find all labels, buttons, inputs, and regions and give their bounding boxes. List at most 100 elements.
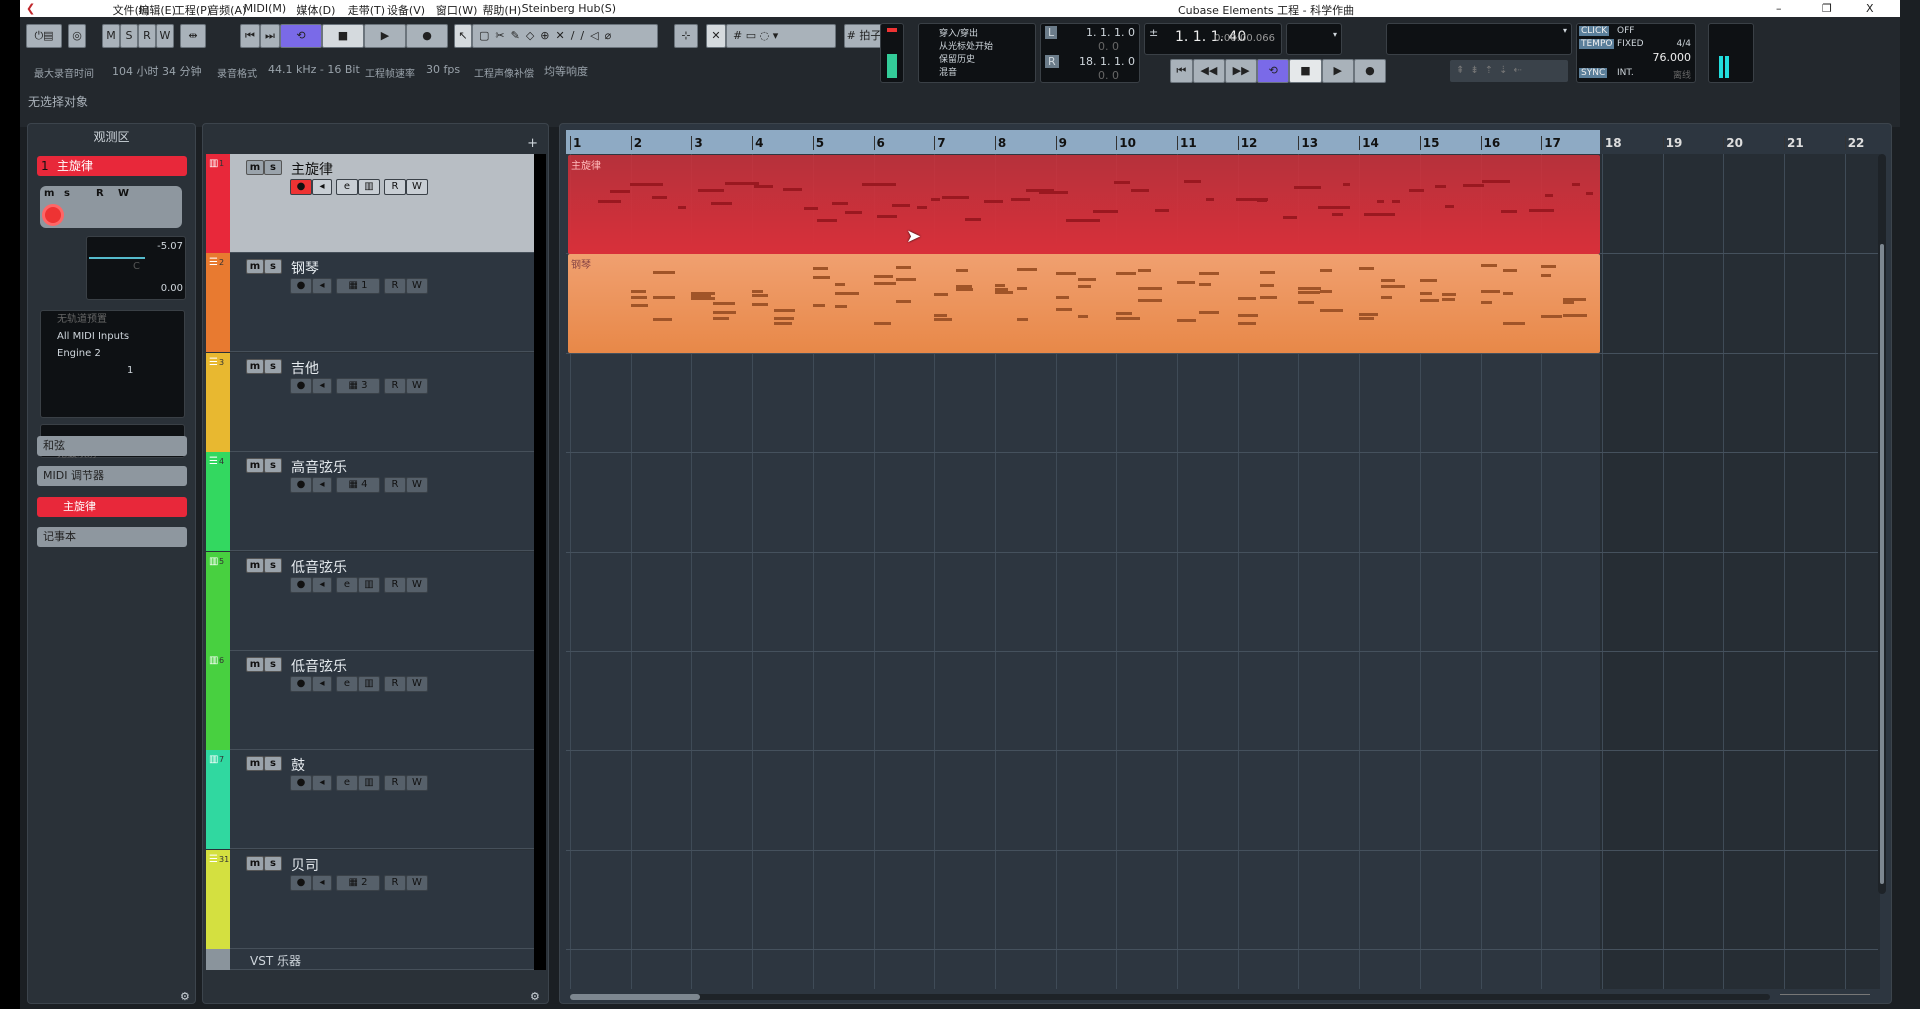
marker-option[interactable]: 混音	[939, 67, 1015, 80]
transport-play-button[interactable]: ▶	[1321, 59, 1354, 83]
sync-value[interactable]: INT.	[1617, 68, 1634, 78]
mute-button[interactable]: m	[246, 160, 264, 175]
solo-button[interactable]: s	[264, 259, 282, 275]
go-to-start-button[interactable]: ⏮	[240, 24, 260, 48]
write-all-button[interactable]: W	[156, 24, 174, 48]
menu-9[interactable]: 帮助(H)	[482, 2, 521, 18]
menu-5[interactable]: 媒体(D)	[296, 2, 335, 18]
vertical-scrollbar[interactable]	[1878, 154, 1886, 894]
inspector-volume[interactable]: -5.07	[157, 241, 183, 252]
transport-stop-button[interactable]: ■	[1289, 59, 1322, 83]
marker-nav-buttons[interactable]: ⇞⇟⇡⇣⇠	[1450, 60, 1568, 82]
menu-8[interactable]: 窗口(W)	[436, 2, 477, 18]
write-button[interactable]: W	[406, 874, 428, 891]
track-header[interactable]: ▥ 5 m s 低音弦乐 ● ◂ e ▥ R W	[206, 551, 546, 651]
track-header[interactable]: ☰ 4 m s 高音弦乐 ● ◂ ▦ 4RW	[206, 452, 546, 552]
track-name[interactable]: 贝司	[291, 855, 319, 875]
rec-format-value[interactable]: 44.1 kHz - 16 Bit	[268, 63, 360, 76]
mute-all-button[interactable]: M	[102, 24, 120, 48]
solo-button[interactable]: s	[264, 458, 282, 474]
instrument-keys-icon[interactable]: ▥	[358, 576, 380, 593]
add-track-icon[interactable]: +	[527, 136, 538, 151]
solo-button[interactable]: s	[264, 855, 282, 871]
record-enable-button[interactable]: ●	[290, 576, 312, 593]
record-enable-button[interactable]: ●	[290, 278, 312, 295]
position-time[interactable]: 0:00:00.066	[1214, 33, 1275, 44]
close-button[interactable]: X	[1866, 2, 1874, 15]
track-name[interactable]: 低音弦乐	[291, 557, 347, 577]
transport-cycle-button[interactable]: ⟲	[1257, 59, 1290, 83]
stop-button[interactable]: ■	[322, 24, 364, 48]
grid-type-select[interactable]: # ▭ ◌ ▾	[726, 24, 836, 48]
track-header[interactable]: ▥ 6 m s 低音弦乐 ● ◂ e ▥ R W	[206, 651, 546, 750]
mute-button[interactable]: m	[246, 259, 264, 275]
tool-buttons[interactable]: ▢✂✎◇⊕✕/∕◁⌀	[472, 24, 658, 48]
midi-input[interactable]: All MIDI Inputs	[57, 328, 184, 345]
tempo-button[interactable]: TEMPO	[1579, 39, 1615, 49]
read-button[interactable]: R	[384, 477, 406, 494]
midi-output[interactable]: Engine 2	[57, 345, 184, 362]
monitor-button[interactable]: ◂	[312, 576, 332, 593]
constrain-delay-button[interactable]: ◎	[68, 24, 86, 48]
track-header[interactable]: ▥ 1 m s 主旋律 ● ◂ e ▥ R W	[206, 154, 546, 253]
solo-button[interactable]: s	[264, 358, 282, 374]
solo-button[interactable]: s	[264, 160, 282, 175]
marker-select[interactable]: ▾	[1286, 23, 1342, 55]
inspector-delay[interactable]: 0.00	[161, 283, 183, 294]
transport-record-button[interactable]: ●	[1353, 59, 1386, 83]
rewind-button[interactable]: ◀◀	[1192, 59, 1225, 83]
go-to-end-button[interactable]: ⏭	[260, 24, 280, 48]
cycle-button[interactable]: ⟲	[280, 24, 322, 48]
transport-start-button[interactable]: ⏮	[1170, 59, 1193, 83]
inspector-record-enable[interactable]	[42, 204, 64, 226]
inspector-solo-button[interactable]: s	[64, 188, 70, 199]
volume-slider[interactable]	[89, 257, 145, 259]
track-name[interactable]: 主旋律	[291, 159, 333, 179]
solo-button[interactable]: s	[264, 657, 282, 672]
instrument-keys-icon[interactable]: ▥	[358, 775, 380, 792]
track-name[interactable]: 高音弦乐	[291, 457, 347, 477]
track-name[interactable]: 钢琴	[291, 258, 319, 278]
position-display[interactable]: ± 1. 1. 1. 40 0:00:00.066	[1144, 23, 1282, 55]
record-enable-button[interactable]: ●	[290, 775, 312, 792]
right-locator[interactable]: 18. 1. 1. 0	[1079, 55, 1135, 68]
horizontal-scrollbar[interactable]	[570, 994, 1770, 1000]
inspector-section-midi-modifiers[interactable]: MIDI 调节器	[37, 466, 187, 486]
menu-1[interactable]: 编辑(E)	[138, 2, 176, 18]
midi-channel[interactable]: 1	[57, 362, 184, 379]
record-button[interactable]: ●	[406, 24, 448, 48]
nudge-icon[interactable]: ±	[1149, 26, 1158, 39]
monitor-button[interactable]: ◂	[312, 278, 332, 295]
track-name[interactable]: 鼓	[291, 755, 305, 775]
monitor-button[interactable]: ◂	[312, 775, 332, 792]
left-locator-icon[interactable]: L	[1045, 26, 1058, 39]
monitor-button[interactable]: ◂	[312, 676, 332, 692]
write-button[interactable]: W	[406, 278, 428, 295]
midi-part-main-melody[interactable]: 主旋律	[568, 155, 1600, 254]
solo-all-button[interactable]: S	[120, 24, 138, 48]
inspector-write-button[interactable]: W	[118, 188, 129, 199]
edit-instrument-button[interactable]: e	[336, 179, 358, 195]
read-button[interactable]: R	[384, 775, 406, 792]
restore-button[interactable]: ❐	[1822, 2, 1832, 15]
track-header[interactable]: ☰ 31 m s 贝司 ● ◂ ▦ 2RW	[206, 849, 546, 949]
sync-button[interactable]: SYNC	[1579, 68, 1608, 78]
time-signature[interactable]: 4/4	[1677, 39, 1691, 49]
instrument-keys-icon[interactable]: ▥	[358, 179, 380, 195]
inspector-section-notepad[interactable]: 记事本	[37, 527, 187, 547]
quantize-select[interactable]: # 拍子	[844, 24, 884, 48]
marker-option[interactable]: 保留历史	[939, 54, 1015, 67]
click-value[interactable]: OFF	[1617, 26, 1634, 36]
mute-button[interactable]: m	[246, 657, 264, 672]
read-button[interactable]: R	[384, 676, 406, 692]
marker-options[interactable]: 穿入/穿出 从光标处开始 保留历史 混音	[918, 23, 1036, 83]
read-button[interactable]: R	[384, 179, 406, 195]
mute-button[interactable]: m	[246, 358, 264, 374]
activate-project-button[interactable]: ⏻▤	[26, 24, 62, 48]
inspector-settings-icon[interactable]: ⚙	[180, 990, 190, 1003]
snap-type-button[interactable]: ✕	[706, 24, 726, 48]
midi-channel-box[interactable]: ▦ 3	[336, 377, 380, 394]
track-list-settings-icon[interactable]: ⚙	[530, 990, 540, 1003]
write-button[interactable]: W	[406, 477, 428, 494]
tempo-value[interactable]: 76.000	[1653, 51, 1692, 64]
